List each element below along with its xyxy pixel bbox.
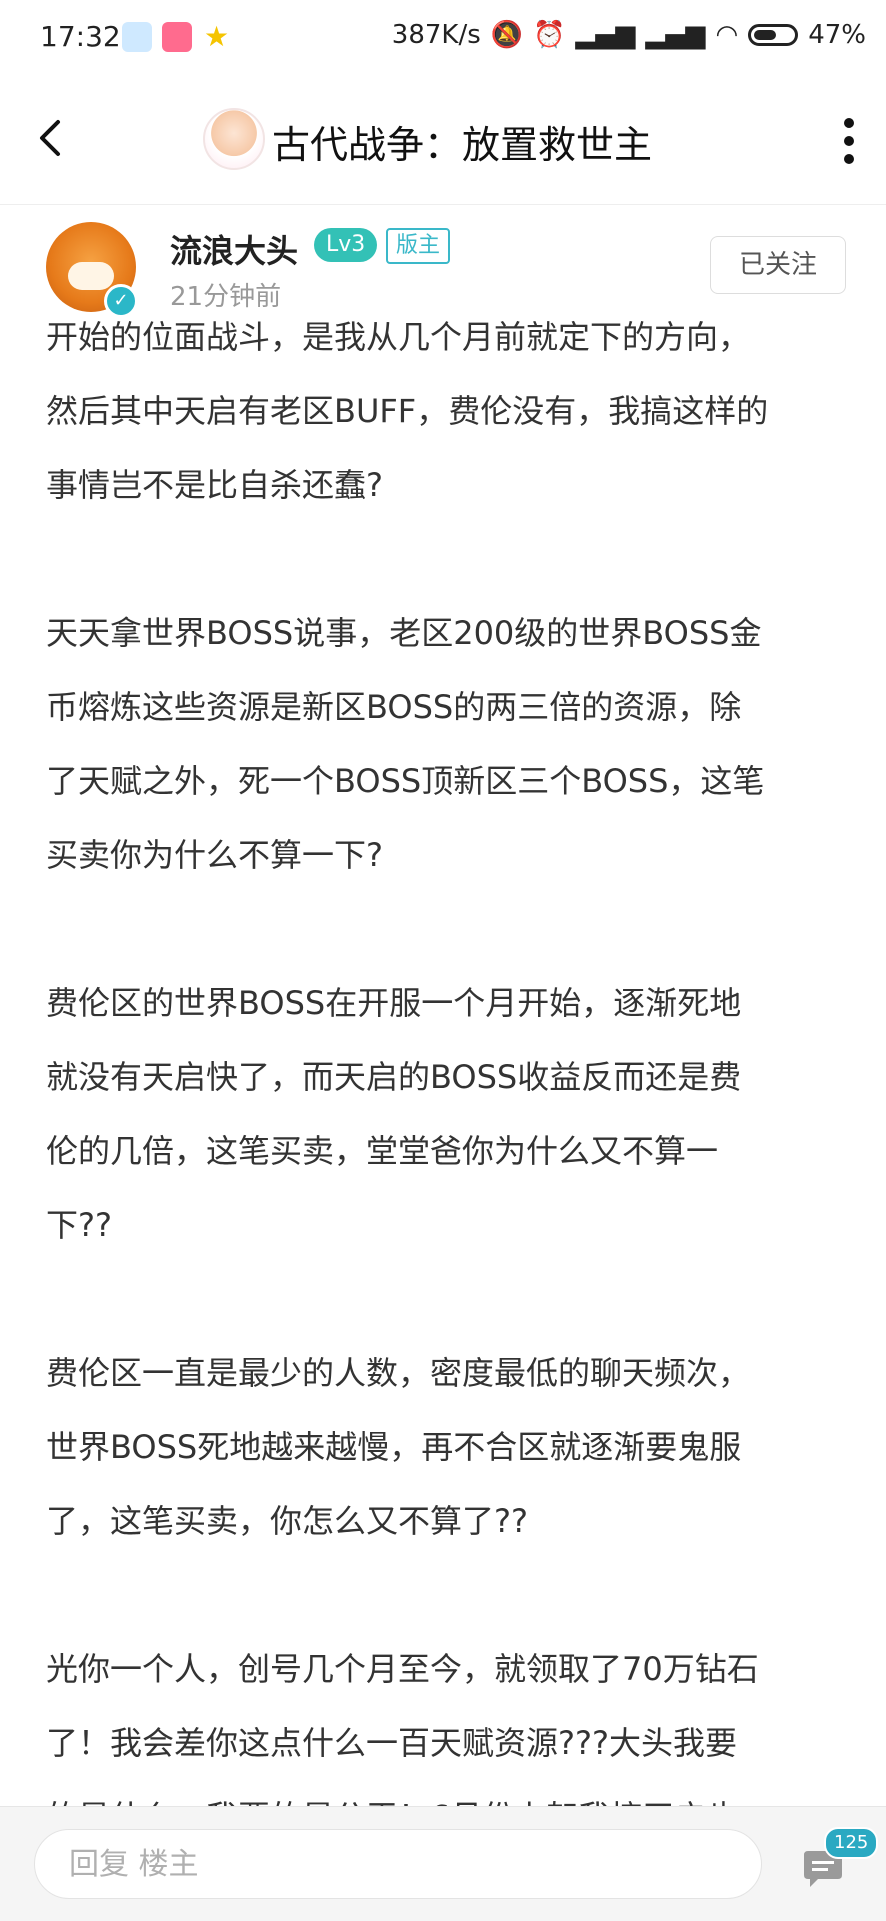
content-line: 了，这笔买卖，你怎么又不算了?? [46,1502,528,1540]
content-line: 了！我会差你这点什么一百天赋资源???大头我要 [46,1724,737,1762]
comment-count-badge: 125 [824,1827,879,1859]
content-line: 币熔炼这些资源是新区BOSS的两三倍的资源，除 [46,688,742,726]
back-button[interactable] [30,116,74,160]
level-badge: Lv3 [314,228,378,262]
content-line: 事情岂不是比自杀还蠢? [46,466,383,504]
signal-icon: ▂▄▆ [575,20,636,50]
signal-icon-2: ▂▄▆ [645,20,706,50]
content-line: 费伦区一直是最少的人数，密度最低的聊天频次， [46,1354,751,1392]
content-line: 费伦区的世界BOSS在开服一个月开始，逐渐死地 [46,984,742,1022]
game-avatar[interactable] [203,108,265,170]
dot-icon [844,136,854,146]
dot-icon [844,154,854,164]
content-line: 光你一个人，创号几个月至今，就领取了70万钻石 [46,1650,759,1688]
post-time: 21分钟前 [170,282,282,312]
app-notification-icon [162,22,192,52]
battery-percent: 47% [808,20,866,50]
star-icon: ★ [204,20,230,53]
content-line: 就没有天启快了，而天启的BOSS收益反而还是费 [46,1058,742,1096]
post-content: 开始的位面战斗，是我从几个月前就定下的方向， 然后其中天启有老区BUFF，费伦没有… [46,300,846,1854]
author-name[interactable]: 流浪大头 [170,226,298,272]
mute-icon: 🔕 [490,20,524,50]
more-menu-button[interactable] [842,118,856,166]
wifi-icon: ◠ [715,20,739,50]
status-bar: 17:32 ★ 387K/s 🔕 ⏰ ▂▄▆ ▂▄▆ ◠ 47% [0,0,886,80]
page-title: 古代战争：放置救世主 [272,123,653,167]
network-speed: 387K/s [391,20,481,50]
verified-icon: ✓ [104,284,138,318]
follow-button[interactable]: 已关注 [710,236,846,294]
alarm-icon: ⏰ [533,20,566,50]
content-line: 伦的几倍，这笔买卖，堂堂爸你为什么又不算一 [46,1132,719,1170]
chevron-left-icon [40,120,60,156]
moderator-tag: 版主 [386,228,451,264]
content-line: 然后其中天启有老区BUFF，费伦没有，我搞这样的 [46,392,769,430]
status-time: 17:32 [40,20,121,53]
content-line: 买卖你为什么不算一下? [46,836,383,874]
reply-input[interactable]: 回复 楼主 [34,1829,762,1899]
battery-icon [748,24,799,46]
status-right: 387K/s 🔕 ⏰ ▂▄▆ ▂▄▆ ◠ 47% [392,20,866,50]
dot-icon [844,118,854,128]
content-line: 了天赋之外，死一个BOSS顶新区三个BOSS，这笔 [46,762,765,800]
content-line: 天天拿世界BOSS说事，老区200级的世界BOSS金 [46,614,762,652]
nav-header: 古代战争：放置救世主 [0,80,886,205]
content-line: 下?? [46,1206,112,1244]
reply-bar: 回复 楼主 125 [0,1806,886,1921]
content-line: 世界BOSS死地越来越慢，再不合区就逐渐要鬼服 [46,1428,742,1466]
author-row: ✓ 流浪大头 Lv3 版主 21分钟前 已关注 [0,206,886,318]
qq-icon [122,22,152,52]
